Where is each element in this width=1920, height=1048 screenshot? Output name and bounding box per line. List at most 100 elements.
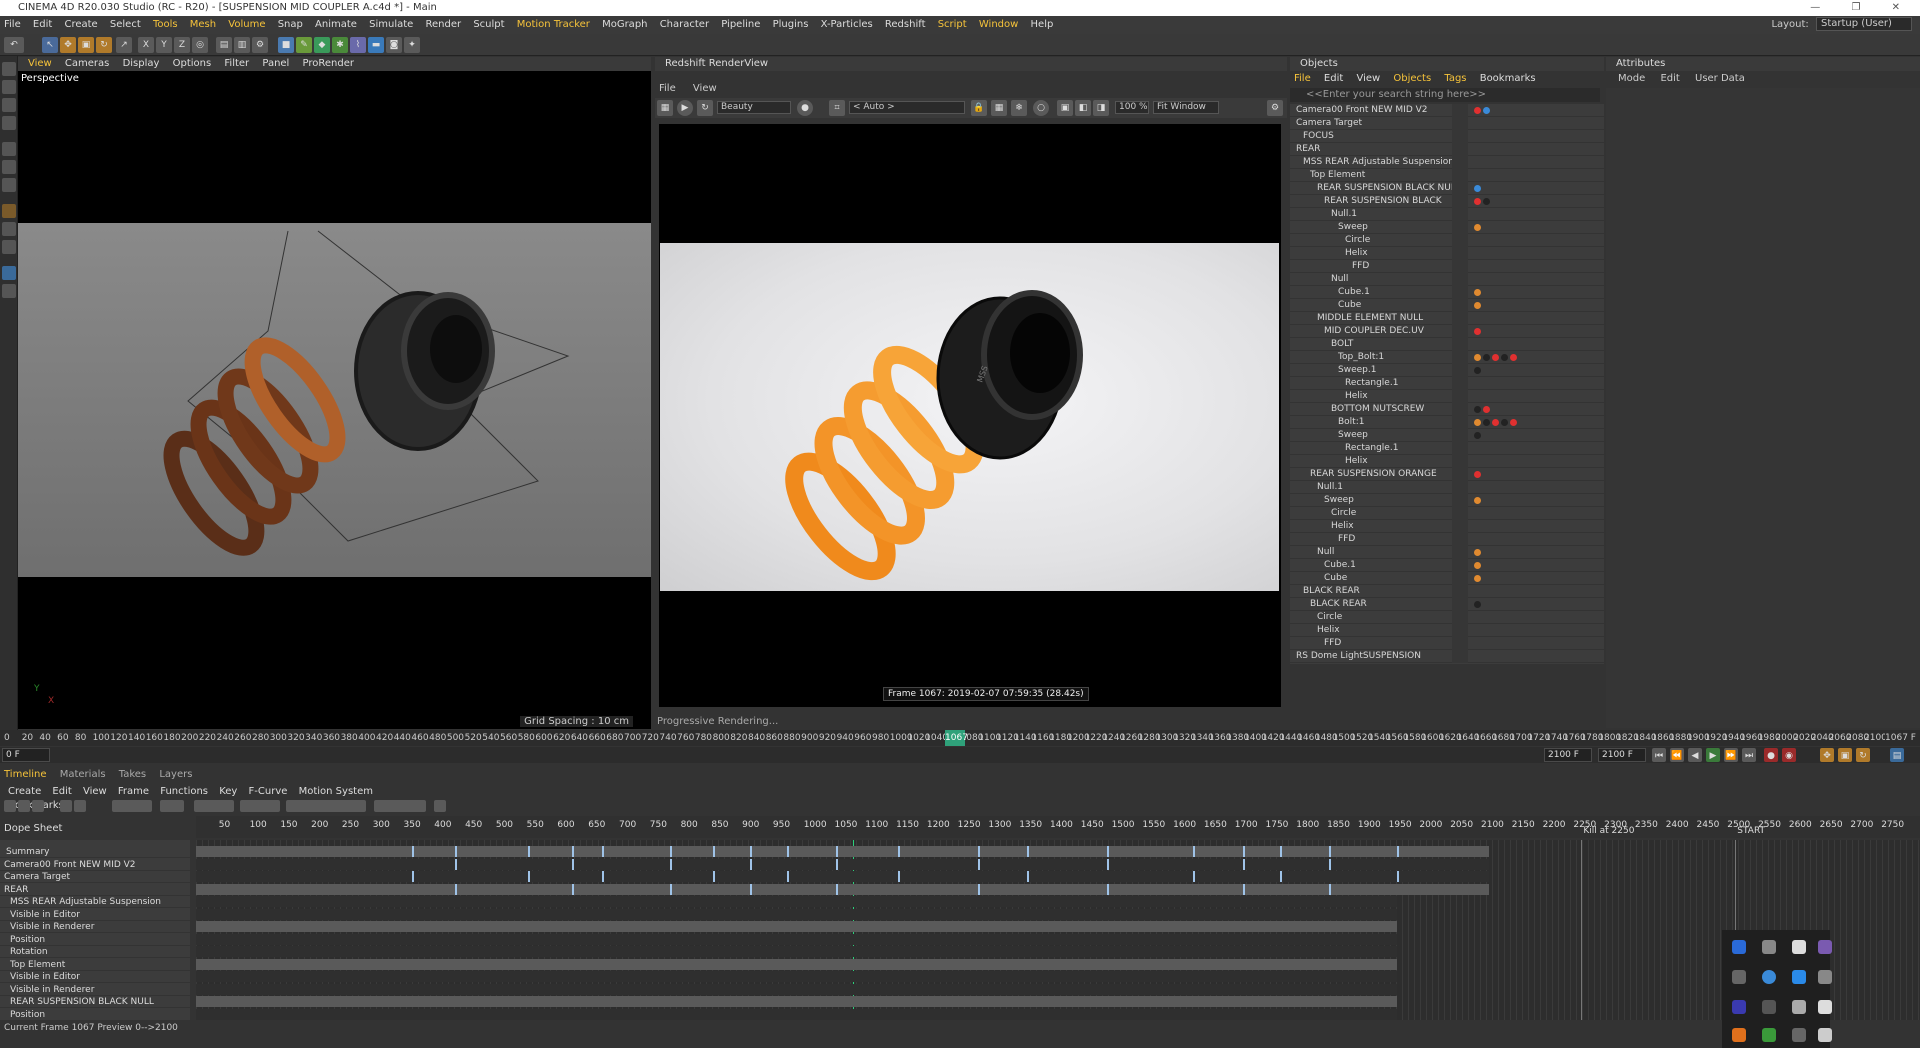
z-axis-icon[interactable]: Z [174,37,190,53]
timeline-menu-key[interactable]: Key [219,786,237,797]
track-bar[interactable] [196,996,1397,1007]
object-tag-icon[interactable] [1474,601,1481,608]
dope-sheet-row[interactable]: Visible in Editor [0,971,190,983]
timeline-menu-edit[interactable]: Edit [52,786,71,797]
tangent-tools-icon[interactable] [240,800,280,812]
dope-sheet-row[interactable]: Rotation [0,946,190,958]
tweak-mode-icon[interactable] [2,240,16,254]
visibility-flags[interactable] [1452,598,1468,611]
object-tag-icon[interactable] [1474,328,1481,335]
keyframe[interactable] [670,846,673,857]
visibility-flags[interactable] [1452,286,1468,299]
zoom-field[interactable]: 100 % [1115,101,1149,114]
keyframe[interactable] [1242,883,1245,895]
viewport-menu-filter[interactable]: Filter [224,58,249,69]
object-row[interactable]: Helix [1290,455,1604,468]
rotate-tool-icon[interactable]: ↻ [96,37,112,53]
tab-layers[interactable]: Layers [159,769,192,780]
visibility-flags[interactable] [1452,572,1468,585]
cloud-icon[interactable] [1762,940,1776,954]
menu-motion-tracker[interactable]: Motion Tracker [517,19,590,30]
keyframe[interactable] [750,858,753,870]
visibility-flags[interactable] [1452,338,1468,351]
tab-timeline[interactable]: Timeline [4,769,47,780]
key-mode-icon[interactable] [160,800,184,812]
object-row[interactable]: BOTTOM NUTSCREW [1290,403,1604,416]
track-bar[interactable] [196,908,1397,920]
visibility-flags[interactable] [1452,507,1468,520]
menu-mograph[interactable]: MoGraph [602,19,647,30]
menu-animate[interactable]: Animate [315,19,357,30]
object-row[interactable]: Rectangle.1 [1290,377,1604,390]
menu-window[interactable]: Window [979,19,1018,30]
dope-sheet-row[interactable]: Camera00 Front NEW MID V2 [0,859,190,871]
dope-sheet-row[interactable]: Camera Target [0,871,190,883]
keyframe[interactable] [787,846,790,857]
object-row[interactable]: Camera00 Front NEW MID V2 [1290,104,1604,117]
renderview-menu-view[interactable]: View [693,83,717,94]
keyframe[interactable] [1107,858,1110,870]
snapshot-icon[interactable]: ◧ [1075,100,1091,116]
keyframe[interactable] [528,871,531,882]
dope-sheet-row[interactable]: Position [0,1009,190,1020]
object-row[interactable]: Rectangle.1 [1290,442,1604,455]
array-icon[interactable]: ✱ [332,37,348,53]
object-row[interactable]: Camera Target [1290,117,1604,130]
visibility-flags[interactable] [1452,208,1468,221]
track-bar[interactable] [196,921,1397,932]
object-row[interactable]: BLACK REAR [1290,585,1604,598]
timeline-ruler[interactable]: 50 100 150 200 250 300 350 400 450 500 550 600 650 70… [196,816,1920,838]
object-tag-icon[interactable] [1492,419,1499,426]
play-forward-icon[interactable]: ▶ [1706,748,1720,762]
keyframe[interactable] [1279,846,1282,857]
renderview-menu-file[interactable]: File [659,83,676,94]
coordinate-system-icon[interactable]: ◎ [192,37,208,53]
object-row[interactable]: BLACK REAR [1290,598,1604,611]
object-tag-icon[interactable] [1483,419,1490,426]
keyframe[interactable] [1328,883,1331,895]
visibility-flags[interactable] [1452,104,1468,117]
object-row[interactable]: REAR SUSPENSION BLACK [1290,195,1604,208]
menu-help[interactable]: Help [1031,19,1054,30]
menu-snap[interactable]: Snap [278,19,303,30]
menu-mesh[interactable]: Mesh [190,19,216,30]
object-tag-icon[interactable] [1474,419,1481,426]
track-bar[interactable] [196,883,1489,895]
object-tag-icon[interactable] [1492,354,1499,361]
keyframe[interactable] [670,858,673,870]
dope-sheet-tracks[interactable] [196,840,1920,1020]
menu-x-particles[interactable]: X-Particles [821,19,873,30]
render-pv-icon[interactable]: ▥ [234,37,250,53]
visibility-flags[interactable] [1452,364,1468,377]
menu-volume[interactable]: Volume [228,19,265,30]
key-rotation-icon[interactable]: ↻ [1856,748,1870,762]
visibility-flags[interactable] [1452,325,1468,338]
texture-mode-icon[interactable] [2,98,16,112]
floor-icon[interactable]: ▬ [368,37,384,53]
attributes-menu-edit[interactable]: Edit [1660,73,1679,84]
track-bar[interactable] [196,1008,1397,1020]
track-bar[interactable] [196,846,1489,857]
compare-icon[interactable]: ◨ [1093,100,1109,116]
object-row[interactable]: REAR SUSPENSION BLACK NULL [1290,182,1604,195]
keyframe[interactable] [787,871,790,882]
prev-key-icon[interactable]: ⏪ [1670,748,1684,762]
keyframe[interactable] [411,846,414,857]
menu-sculpt[interactable]: Sculpt [473,19,504,30]
keyframe[interactable] [977,846,980,857]
curve-tools-icon[interactable] [194,800,234,812]
dope-sheet-row[interactable]: Visible in Renderer [0,984,190,996]
tab-takes[interactable]: Takes [119,769,146,780]
keyframe[interactable] [1107,883,1110,895]
visibility-flags[interactable] [1452,637,1468,650]
track-bar[interactable] [196,958,1397,970]
subdivision-icon[interactable]: ◆ [314,37,330,53]
play-backward-icon[interactable]: ◀ [1688,748,1702,762]
object-tag-icon[interactable] [1474,406,1481,413]
visibility-flags[interactable] [1452,494,1468,507]
refresh-icon[interactable]: ↻ [697,100,713,116]
keyframe[interactable] [1193,871,1196,882]
visibility-flags[interactable] [1452,403,1468,416]
circle-icon[interactable]: ○ [1033,100,1049,116]
object-row[interactable]: FFD [1290,533,1604,546]
